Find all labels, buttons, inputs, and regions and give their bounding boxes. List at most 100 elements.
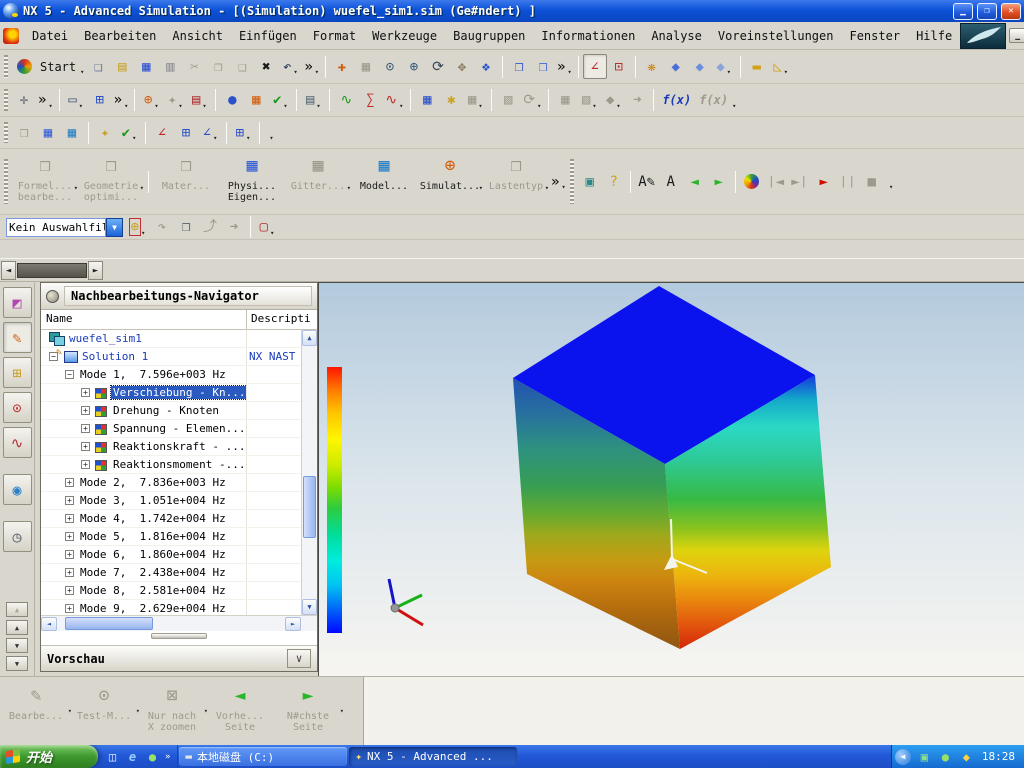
post-result-button[interactable] bbox=[740, 169, 764, 194]
tree-row[interactable]: − Mode 1, 7.596e+003 Hz bbox=[41, 366, 301, 384]
scrollbar-thumb[interactable] bbox=[65, 617, 153, 630]
tree-row[interactable]: + Mode 5, 1.816e+004 Hz bbox=[41, 528, 301, 546]
physikalische-eigenschaften-button[interactable]: ▦ Physi... Eigen... bbox=[219, 153, 285, 211]
tree-item-label[interactable]: Solution 1 bbox=[80, 350, 150, 363]
menu-werkzeuge[interactable]: Werkzeuge bbox=[364, 25, 445, 47]
layer-visibility-button[interactable]: ⊞ bbox=[88, 88, 112, 113]
test-messung-button[interactable]: ⊙ Test-M... ▾ bbox=[70, 681, 140, 743]
mirror-body-button[interactable]: ❒ bbox=[531, 54, 555, 79]
minimize-button[interactable]: ▁ bbox=[953, 2, 973, 20]
chevron-right-icon[interactable]: » bbox=[165, 752, 170, 762]
simulation-button[interactable]: ⊕ Simulat... ▾ bbox=[417, 153, 483, 211]
tree-expander[interactable]: + bbox=[81, 406, 90, 415]
material-button[interactable]: ❒ Mater... bbox=[153, 153, 219, 211]
maximize-button[interactable]: ❐ bbox=[977, 2, 997, 20]
toolbar-stub-icon[interactable]: ▾ bbox=[264, 120, 277, 145]
tree-item-label[interactable]: wuefel_sim1 bbox=[67, 332, 144, 345]
report-list-button[interactable]: ▤ ▾ bbox=[301, 88, 325, 113]
tree-item-label[interactable]: Mode 6, 1.860e+004 Hz bbox=[78, 548, 228, 561]
vorherige-seite-button[interactable]: ◄ Vorhe... Seite bbox=[206, 681, 274, 743]
result-diamond-button[interactable]: ◆ ▾ bbox=[601, 88, 625, 113]
start-menu-button[interactable]: Start ▾ bbox=[36, 54, 86, 79]
new-part-button[interactable]: ❏ bbox=[86, 54, 110, 79]
sum-plot-button[interactable]: ∑ bbox=[358, 88, 382, 113]
zoom-in-out-button[interactable]: ⊕ bbox=[402, 54, 426, 79]
simulation-navigator-tab[interactable]: ◩ bbox=[2, 287, 32, 318]
internet-browser-tab[interactable]: ◉ bbox=[2, 474, 32, 505]
cut-button[interactable]: ✂ bbox=[182, 54, 206, 79]
xy-plot-button[interactable]: ∿ bbox=[334, 88, 358, 113]
point-constructor-button[interactable]: ✛ bbox=[12, 88, 36, 113]
tree-row[interactable]: + Verschiebung - Kn... bbox=[41, 384, 301, 402]
view-operation-up-button[interactable]: ◆ bbox=[688, 54, 712, 79]
menu-fenster[interactable]: Fenster bbox=[841, 25, 908, 47]
show-desktop-icon[interactable]: ◫ bbox=[105, 750, 120, 764]
solid-select-button[interactable]: ❒ bbox=[174, 215, 198, 240]
column-name[interactable]: Name bbox=[41, 310, 247, 329]
assembly-navigator-tab[interactable]: ⊞ bbox=[2, 357, 32, 388]
fx-edit-button[interactable]: f(x) bbox=[658, 88, 695, 113]
view-operation-back-button[interactable]: ◆ bbox=[664, 54, 688, 79]
tree-item-label[interactable]: Mode 1, 7.596e+003 Hz bbox=[78, 368, 228, 381]
menu-datei[interactable]: Datei bbox=[24, 25, 76, 47]
scroll-down-icon[interactable]: ▼ bbox=[6, 638, 28, 653]
tree-item-label[interactable]: Verschiebung - Kn... bbox=[109, 385, 246, 400]
redo-selection-button[interactable]: ↷ bbox=[150, 215, 174, 240]
menu-einfgen[interactable]: Einfügen bbox=[231, 25, 305, 47]
paste-button[interactable]: ❑ bbox=[230, 54, 254, 79]
fit-view-button[interactable]: ✚ bbox=[330, 54, 354, 79]
frame-play-button[interactable]: ▧ ▾ bbox=[577, 88, 601, 113]
tree-expander[interactable]: + bbox=[65, 478, 74, 487]
view-operation-swap-button[interactable]: ◆ ▾ bbox=[712, 54, 736, 79]
preview-section-bar[interactable]: Vorschau ∨ bbox=[41, 645, 317, 671]
csys-info-axes-button[interactable]: ∠ ▾ bbox=[198, 120, 222, 145]
validate-check-button[interactable]: ✔ ▾ bbox=[117, 120, 141, 145]
close-button[interactable]: ✕ bbox=[1001, 2, 1021, 20]
modell-button[interactable]: ▦ Model... bbox=[351, 153, 417, 211]
annotation-edit-button[interactable]: A✎ bbox=[635, 169, 659, 194]
security-shield-icon[interactable]: ◆ bbox=[959, 750, 974, 764]
star-export-button[interactable]: ✱ bbox=[439, 88, 463, 113]
shaded-view-button[interactable]: ❖ bbox=[474, 54, 498, 79]
multi-plot-button[interactable]: ∿ ▾ bbox=[382, 88, 406, 113]
toolbar-overflow-icon[interactable]: ▾ bbox=[884, 169, 897, 194]
tree-item-label[interactable]: Mode 7, 2.438e+004 Hz bbox=[78, 566, 228, 579]
tree-expander[interactable]: + bbox=[81, 460, 90, 469]
menu-hilfe[interactable]: Hilfe bbox=[908, 25, 960, 47]
pin-icon[interactable] bbox=[46, 289, 59, 303]
bearbeiten-post-button[interactable]: ✎ Bearbe... ▾ bbox=[2, 681, 72, 743]
menu-ansicht[interactable]: Ansicht bbox=[164, 25, 231, 47]
tree-row[interactable]: + Mode 9, 2.629e+004 Hz bbox=[41, 600, 301, 615]
tree-expander[interactable]: + bbox=[65, 604, 74, 613]
rectangle-style-button[interactable]: ▭ ▾ bbox=[64, 88, 88, 113]
tree-row[interactable]: + Spannung - Elemen... bbox=[41, 420, 301, 438]
internet-explorer-icon[interactable]: e bbox=[125, 750, 140, 764]
menu-analyse[interactable]: Analyse bbox=[643, 25, 710, 47]
save-button[interactable]: ▦ bbox=[134, 54, 158, 79]
measure-angle-button[interactable]: ◺ ▾ bbox=[769, 54, 793, 79]
delete-button[interactable]: ✖ bbox=[254, 54, 278, 79]
tree-expander[interactable]: + bbox=[65, 568, 74, 577]
annotation-pick-button[interactable]: A bbox=[659, 169, 683, 194]
start-button[interactable]: 开始 bbox=[0, 745, 98, 768]
tree-row[interactable]: + Reaktionsmoment -... bbox=[41, 456, 301, 474]
tree-expander[interactable]: + bbox=[65, 496, 74, 505]
check-geometry-button[interactable]: ✔ ▾ bbox=[268, 88, 292, 113]
snap-point-button[interactable]: ⊕ ▾ bbox=[126, 215, 150, 240]
post-navigator-tab[interactable]: ✎ bbox=[2, 322, 32, 353]
frame-back-button[interactable]: ▦ bbox=[553, 88, 577, 113]
copy-button[interactable]: ❐ bbox=[206, 54, 230, 79]
horizontal-scrollbar[interactable]: ◄ ► bbox=[41, 615, 317, 631]
window-layout-button[interactable]: ▦ bbox=[244, 88, 268, 113]
csys-orient-button[interactable]: ∠ bbox=[582, 54, 607, 79]
naechste-seite-button[interactable]: ► N#chste Seite ▾ bbox=[274, 681, 344, 743]
tree-expander[interactable]: + bbox=[81, 424, 90, 433]
gitter-button[interactable]: ▦ Gitter... ▾ bbox=[285, 153, 351, 211]
child-minimize-button[interactable]: ▁ bbox=[1009, 28, 1024, 43]
scroll-left-icon[interactable]: ◄ bbox=[41, 616, 57, 631]
tree-expander[interactable]: + bbox=[65, 532, 74, 541]
nx-start-logo-icon[interactable] bbox=[12, 54, 36, 79]
display-mode-button[interactable]: ▦ bbox=[354, 54, 378, 79]
rotate-view-button[interactable]: ⟳ bbox=[426, 54, 450, 79]
rectangle-select-button[interactable]: ▢ ▾ bbox=[255, 215, 279, 240]
